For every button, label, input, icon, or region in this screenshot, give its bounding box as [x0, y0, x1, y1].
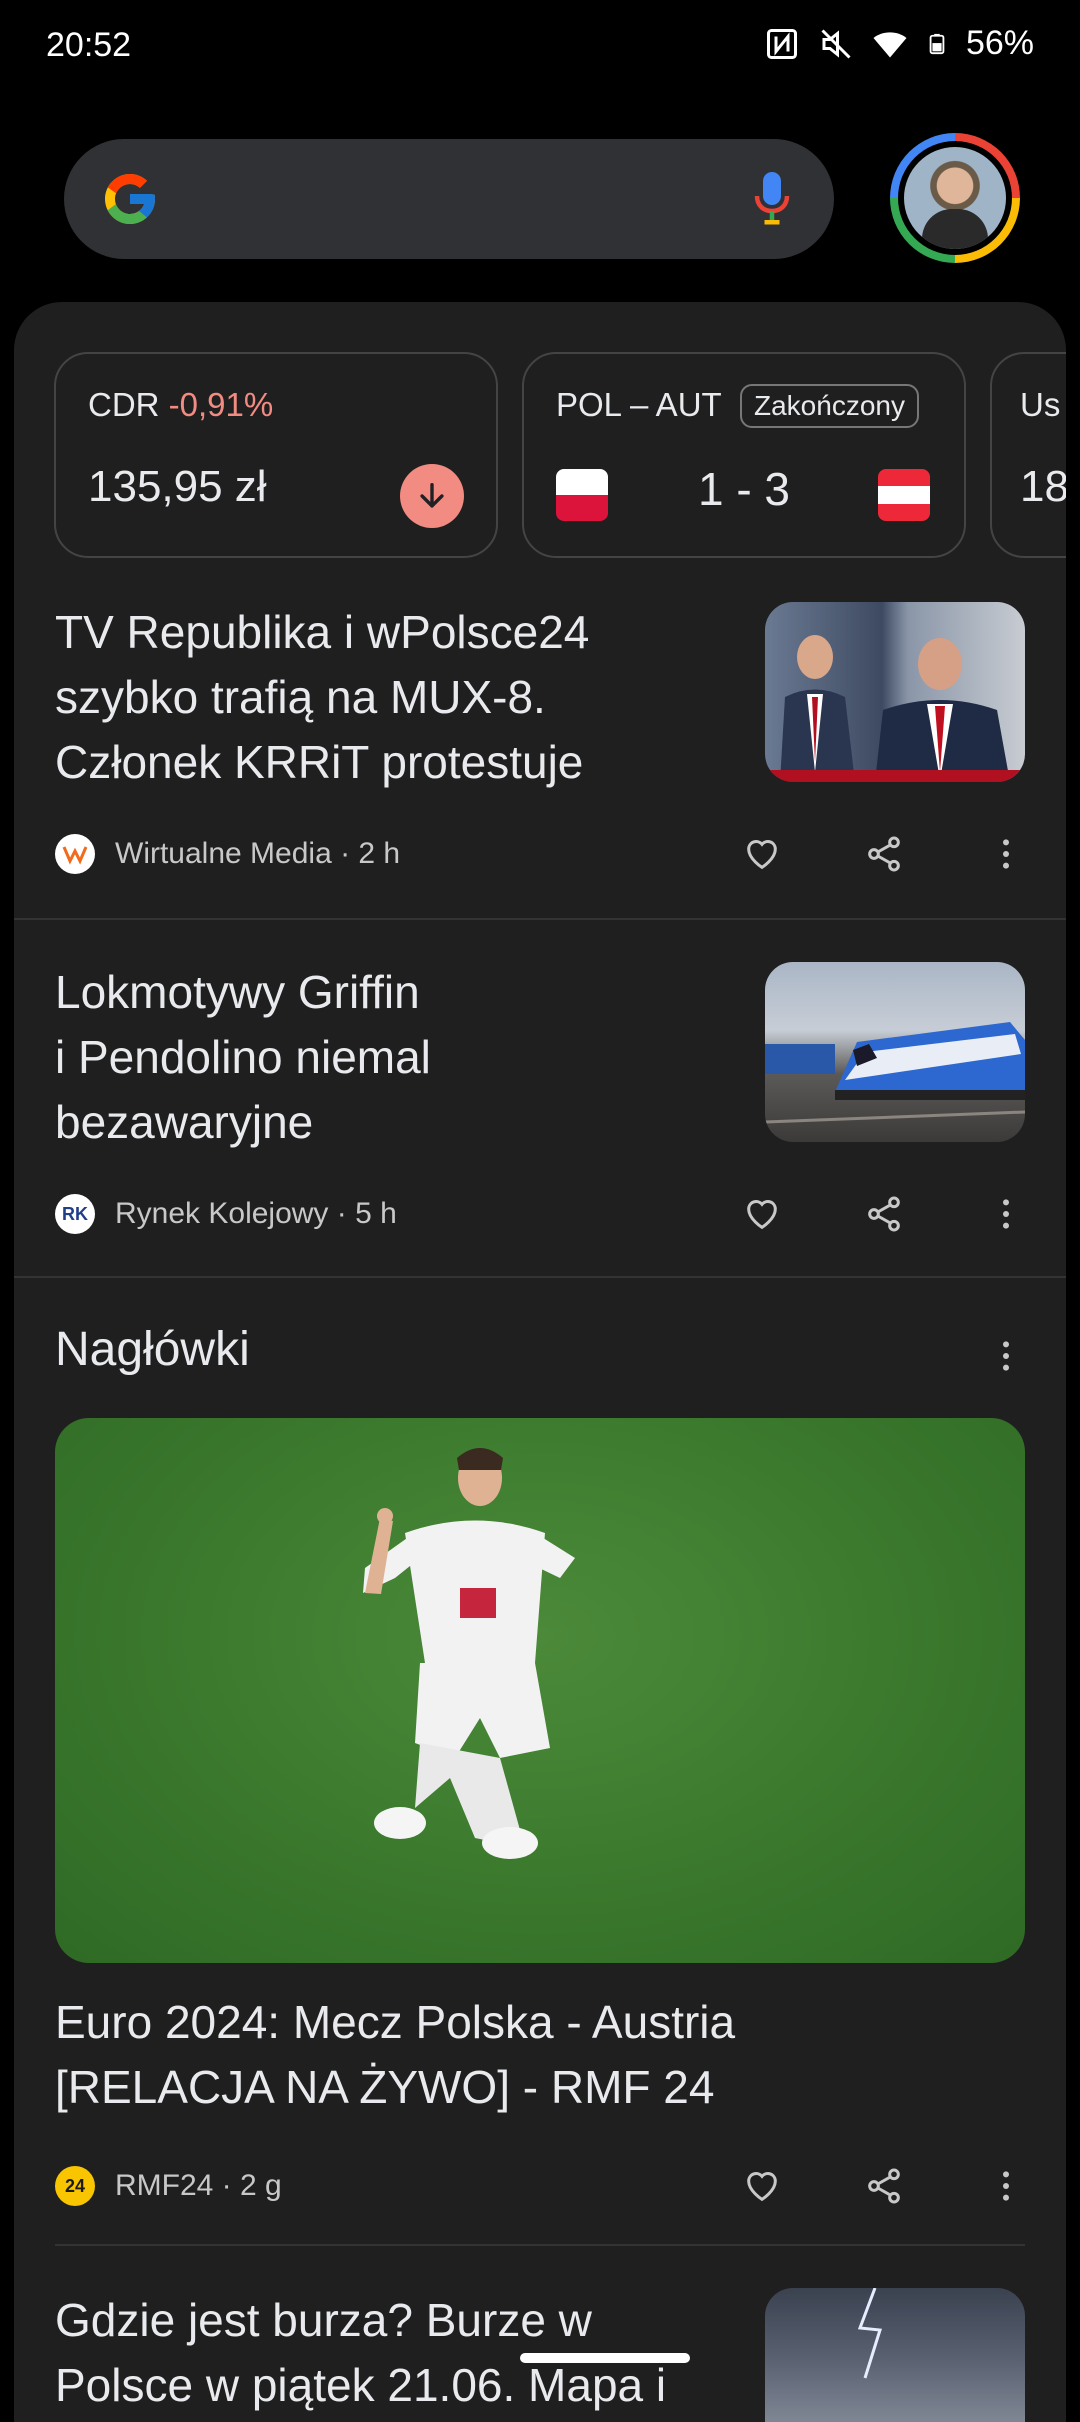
stock-title: CDR -0,91% — [88, 386, 273, 424]
more-vert-icon[interactable] — [986, 1194, 1026, 1234]
football-player-image — [363, 1448, 575, 1859]
article-actions — [742, 1192, 1026, 1236]
headline-hero-title[interactable]: Euro 2024: Mecz Polska - Austria [RELACJ… — [55, 1990, 735, 2120]
share-icon[interactable] — [864, 2166, 904, 2206]
nfc-icon — [766, 28, 797, 59]
match-card[interactable]: POL – AUT Zakończony 1 - 3 — [522, 352, 966, 558]
article-title[interactable]: Lokmotywy Griffin i Pendolino niemal bez… — [55, 960, 431, 1155]
peek-card[interactable]: Us 18 — [990, 352, 1066, 558]
battery-icon — [929, 33, 945, 54]
thumbnail-train-image — [765, 1022, 1025, 1124]
source-label: RMF24 · 2 g — [115, 2169, 282, 2202]
account-avatar[interactable] — [890, 133, 1020, 263]
stock-card[interactable]: CDR -0,91% 135,95 zł — [54, 352, 498, 558]
more-vert-icon[interactable] — [986, 1336, 1026, 1376]
article-source[interactable]: 24 RMF24 · 2 g — [55, 2164, 282, 2208]
info-cards-carousel[interactable]: CDR -0,91% 135,95 zł POL – AUT Zakończon… — [54, 352, 1066, 562]
more-vert-icon[interactable] — [986, 834, 1026, 874]
article-thumbnail[interactable] — [765, 2288, 1025, 2422]
thumbnail-storm-image — [857, 2288, 882, 2379]
mute-icon — [821, 28, 851, 59]
share-icon[interactable] — [864, 834, 904, 874]
article-actions — [742, 832, 1026, 876]
status-time: 20:52 — [46, 26, 132, 64]
rynek-kolejowy-logo-icon: RK — [55, 1194, 95, 1234]
heart-icon[interactable] — [742, 834, 782, 874]
status-bar: 20:52 56% — [0, 0, 1080, 96]
arrow-down-icon — [420, 482, 444, 508]
stock-change: -0,91% — [168, 386, 274, 423]
rmf24-logo-icon: 24 — [55, 2166, 95, 2206]
source-label: Rynek Kolejowy · 5 h — [115, 1197, 397, 1230]
gesture-navigation-bar[interactable] — [520, 2353, 690, 2363]
stock-price: 135,95 zł — [88, 462, 267, 511]
search-bar[interactable] — [64, 139, 834, 259]
battery-percent: 56% — [965, 24, 1034, 62]
headline-hero-image[interactable] — [55, 1418, 1025, 1963]
divider — [14, 918, 1066, 920]
divider — [55, 2244, 1025, 2246]
stock-ticker: CDR — [88, 386, 160, 423]
divider — [14, 1276, 1066, 1278]
article-source[interactable]: Wirtualne Media · 2 h — [55, 832, 400, 876]
article-actions — [742, 2164, 1026, 2208]
avatar-photo — [904, 147, 1006, 249]
heart-icon[interactable] — [742, 1194, 782, 1234]
match-teams: POL – AUT — [556, 386, 722, 423]
discover-feed[interactable]: CDR -0,91% 135,95 zł POL – AUT Zakończon… — [14, 302, 1066, 2422]
section-title: Nagłówki — [55, 1323, 250, 1376]
article-title[interactable]: TV Republika i wPolsce24 szybko trafią n… — [55, 600, 589, 795]
more-vert-icon[interactable] — [986, 2166, 1026, 2206]
match-status-badge: Zakończony — [740, 384, 919, 428]
source-label: Wirtualne Media · 2 h — [115, 837, 401, 870]
article-thumbnail[interactable] — [765, 602, 1025, 782]
share-icon[interactable] — [864, 1194, 904, 1234]
thumbnail-people-image — [765, 635, 1025, 782]
wirtualne-media-logo-icon — [55, 834, 95, 874]
peek-card-title: Us — [1020, 386, 1061, 423]
heart-icon[interactable] — [742, 2166, 782, 2206]
peek-card-value: 18 — [1020, 462, 1066, 511]
status-icons: 56% — [764, 24, 1034, 63]
article-source[interactable]: RK Rynek Kolejowy · 5 h — [55, 1192, 397, 1236]
wifi-icon — [873, 31, 907, 57]
austria-flag-icon — [878, 469, 930, 521]
mic-icon[interactable] — [754, 169, 790, 229]
google-logo-icon — [105, 174, 155, 224]
article-thumbnail[interactable] — [765, 962, 1025, 1142]
stock-trend-badge — [400, 464, 464, 528]
